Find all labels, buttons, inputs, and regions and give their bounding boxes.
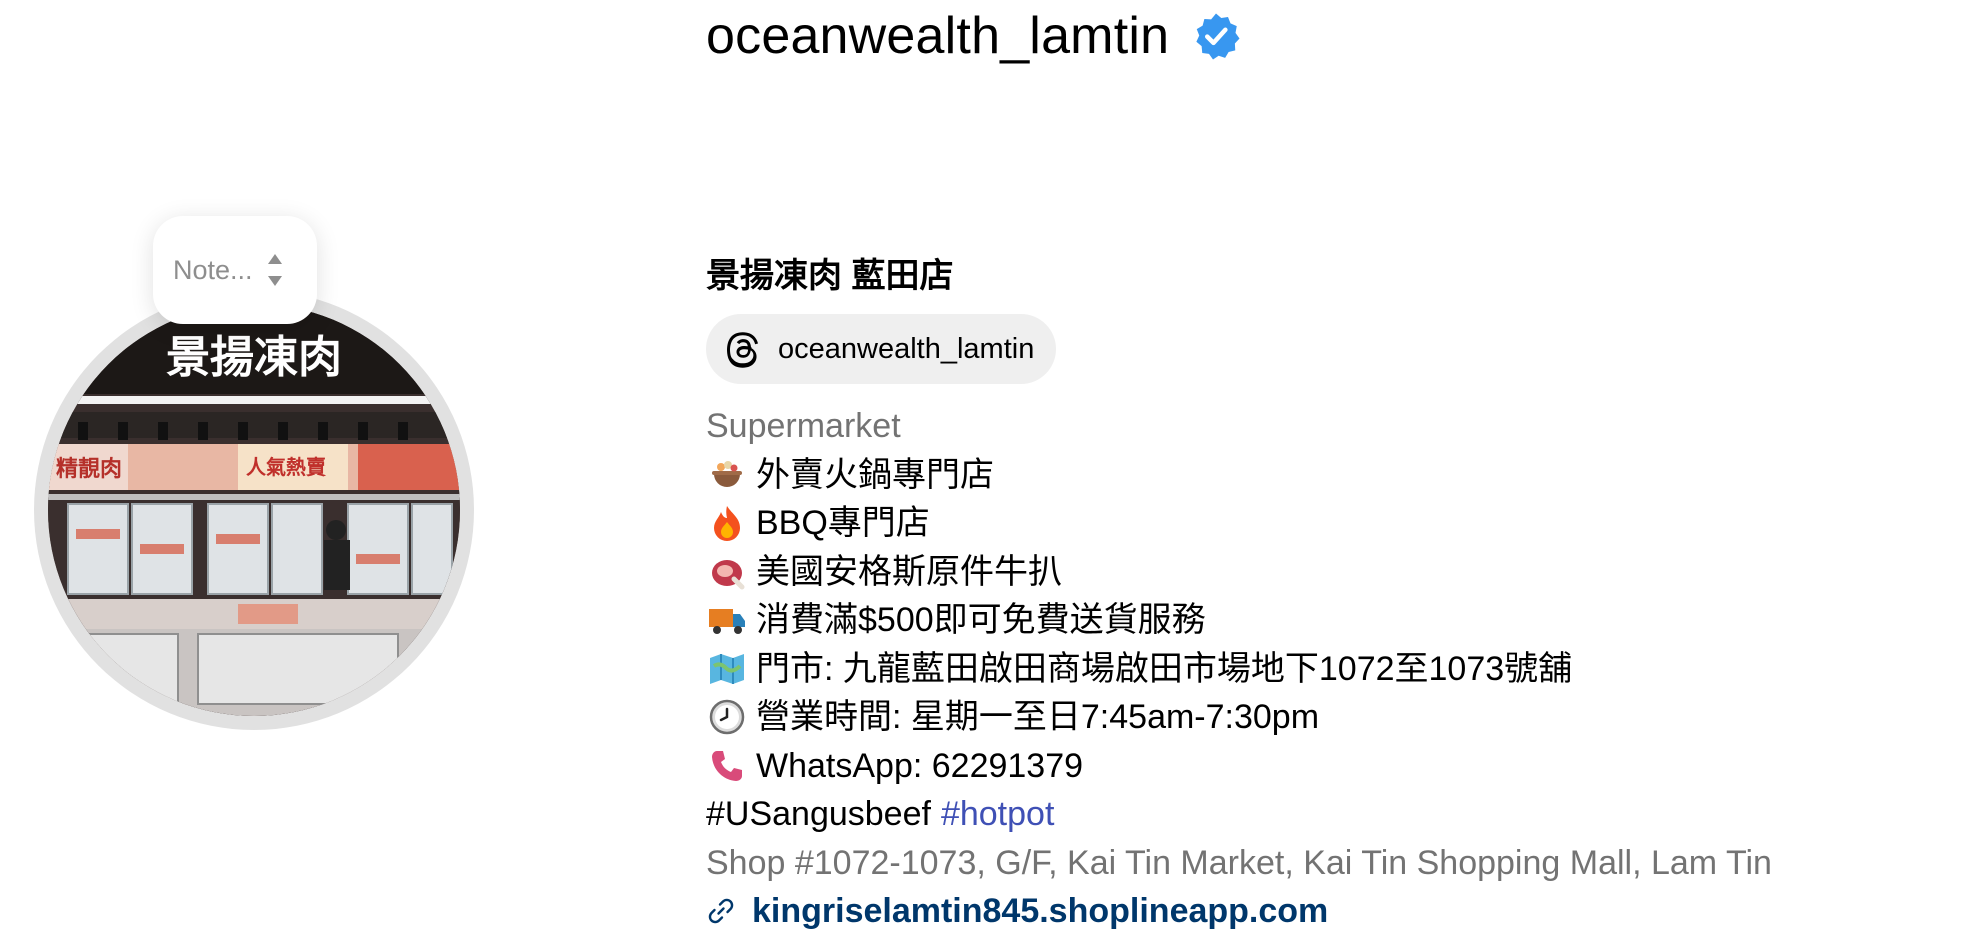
note-bubble[interactable]: Note... <box>153 216 317 324</box>
hotpot-icon <box>706 454 748 496</box>
avatar-image: 景揚凍肉 精靚肉 人氣熱賣 <box>48 304 460 716</box>
bio-line: 消費滿$500即可免費送貨服務 <box>706 596 1946 645</box>
bio-text: Supermarket 外賣火鍋專門店 BBQ專門店 美國安格斯原件牛扒 消費滿… <box>706 402 1946 936</box>
link-icon <box>706 896 736 926</box>
profile-bio: 景揚凍肉 藍田店 oceanwealth_lamtin Supermarket … <box>706 250 1946 936</box>
profile-display-name: 景揚凍肉 藍田店 <box>706 257 954 295</box>
profile-category: Supermarket <box>706 407 901 445</box>
bio-line: 門市: 九龍藍田啟田商場啟田市場地下1072至1073號舖 <box>706 645 1946 694</box>
bio-line: WhatsApp: 62291379 <box>706 742 1946 791</box>
bio-line: 美國安格斯原件牛扒 <box>706 548 1946 597</box>
fire-icon <box>706 502 748 544</box>
profile-address[interactable]: Shop #1072-1073, G/F, Kai Tin Market, Ka… <box>706 839 1946 888</box>
bio-line: BBQ專門店 <box>706 499 1946 548</box>
caret-down-icon <box>267 276 282 286</box>
clock-icon <box>706 696 748 738</box>
threads-handle: oceanwealth_lamtin <box>778 332 1035 365</box>
map-icon <box>706 648 748 690</box>
bio-line: 外賣火鍋專門店 <box>706 451 1946 500</box>
note-placeholder: Note... <box>173 254 253 285</box>
hashtag-link[interactable]: #hotpot <box>941 790 1054 839</box>
profile-header: oceanwealth_lamtin <box>706 6 1241 66</box>
website-url: kingriselamtin845.shoplineapp.com <box>752 892 1329 930</box>
hashtag-link[interactable]: #USangusbeef <box>706 790 931 839</box>
website-link[interactable]: kingriselamtin845.shoplineapp.com <box>706 887 1946 936</box>
profile-username: oceanwealth_lamtin <box>706 7 1170 65</box>
note-stepper[interactable] <box>267 253 283 287</box>
threads-icon <box>727 332 758 368</box>
caret-up-icon <box>267 254 282 264</box>
hashtags-line: #USangusbeef #hotpot <box>706 790 1946 839</box>
avatar-sign-text: 景揚凍肉 <box>166 332 342 383</box>
meat-icon <box>706 551 748 593</box>
phone-icon <box>706 745 748 787</box>
bio-line: 營業時間: 星期一至日7:45am-7:30pm <box>706 693 1946 742</box>
threads-link-button[interactable]: oceanwealth_lamtin <box>706 314 1057 384</box>
avatar-banner-left: 精靚肉 <box>56 456 122 482</box>
profile-avatar[interactable]: 景揚凍肉 精靚肉 人氣熱賣 <box>34 290 474 730</box>
verified-badge-icon <box>1191 11 1241 61</box>
avatar-banner-right: 人氣熱賣 <box>246 455 327 479</box>
delivery-truck-icon <box>706 599 748 641</box>
